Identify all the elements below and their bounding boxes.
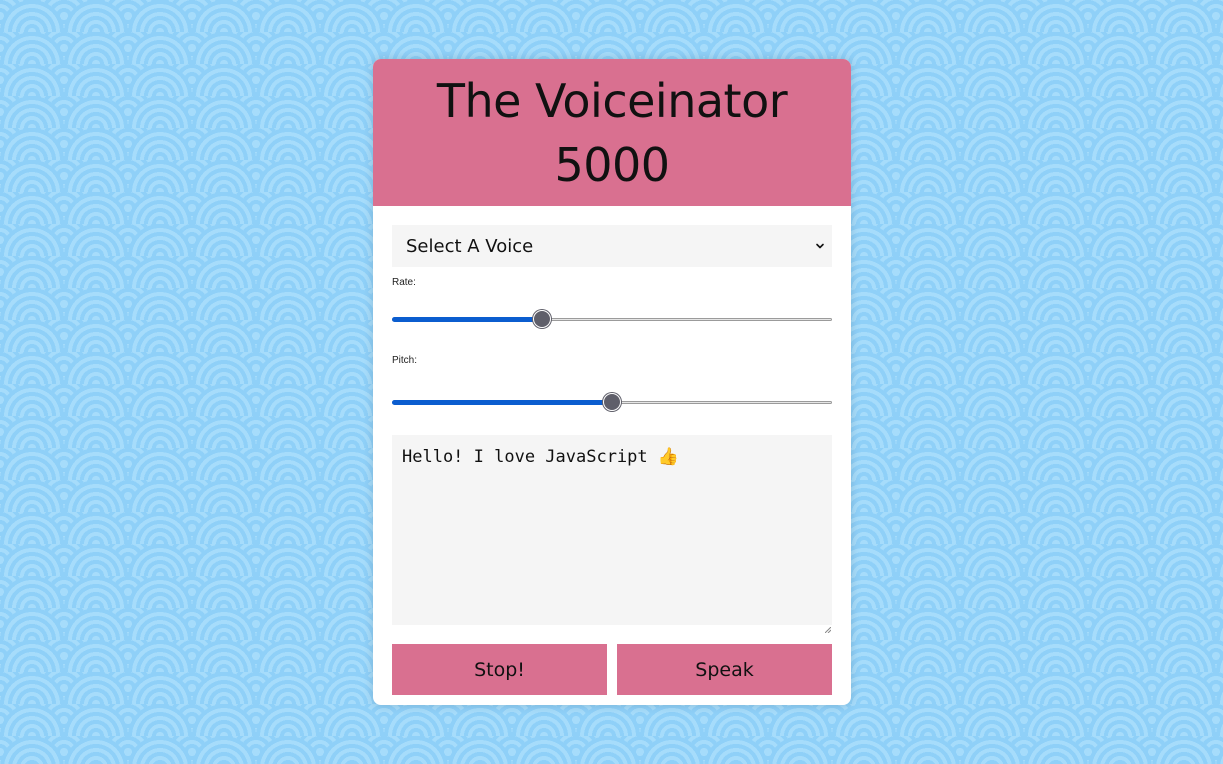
pitch-slider[interactable] <box>392 392 832 412</box>
page-title: The Voiceinator 5000 <box>436 73 788 192</box>
rate-slider-fill <box>392 317 542 322</box>
chevron-down-icon <box>812 238 828 254</box>
message-textarea[interactable]: Hello! I love JavaScript 👍 <box>392 435 832 634</box>
voice-select-value: Select A Voice <box>406 235 534 257</box>
voiceinator-panel: The Voiceinator 5000 Select A Voice Rate… <box>373 59 851 705</box>
header: The Voiceinator 5000 <box>373 59 851 206</box>
rate-slider[interactable] <box>392 309 832 329</box>
speak-button[interactable]: Speak <box>617 644 832 695</box>
stop-button[interactable]: Stop! <box>392 644 607 695</box>
rate-label: Rate: <box>392 277 416 288</box>
message-text: Hello! I love JavaScript 👍 <box>402 447 680 467</box>
controls: Select A Voice Rate: Pitch: Hello! I lov… <box>392 225 832 695</box>
voice-select[interactable]: Select A Voice <box>392 225 832 267</box>
rate-slider-thumb[interactable] <box>533 310 551 328</box>
pitch-label: Pitch: <box>392 355 418 366</box>
pitch-slider-thumb[interactable] <box>603 393 621 411</box>
pitch-slider-fill <box>392 400 612 405</box>
resize-grip-icon[interactable] <box>824 618 832 634</box>
button-row: Stop! Speak <box>392 644 832 695</box>
